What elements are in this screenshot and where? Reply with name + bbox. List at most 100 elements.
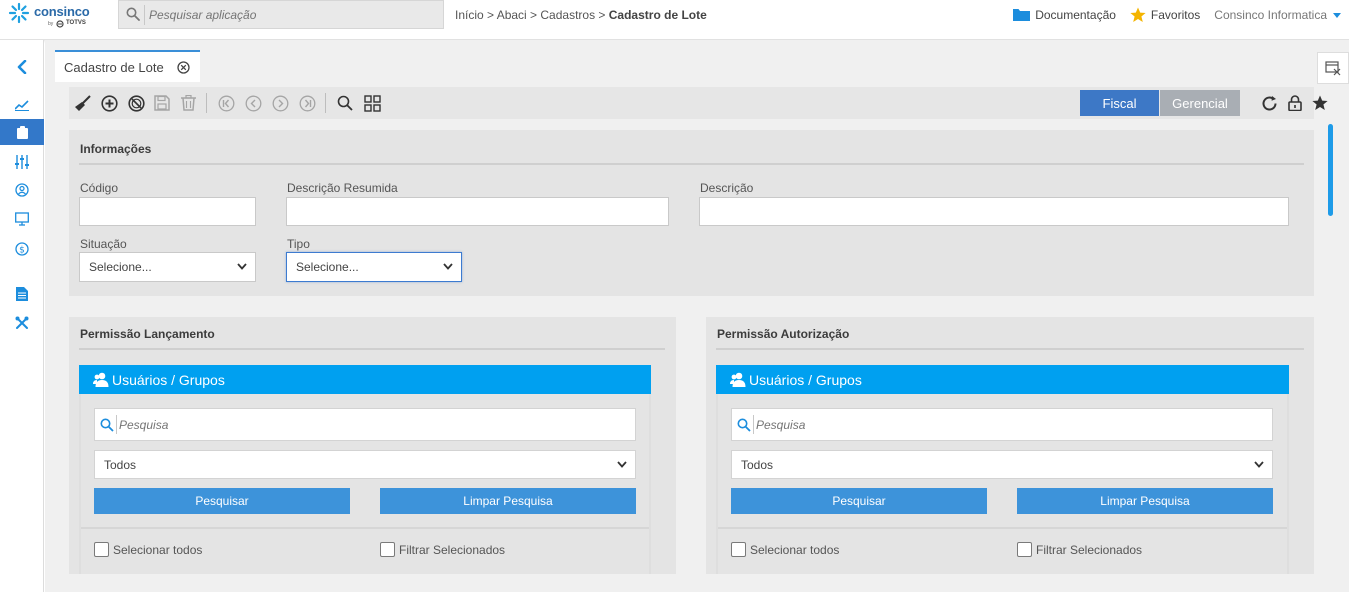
delete-button[interactable] bbox=[179, 94, 197, 112]
pesquisar-button[interactable]: Pesquisar bbox=[94, 488, 350, 514]
brand-logo[interactable]: consinco by TOTVS bbox=[8, 2, 108, 36]
descricao-input[interactable] bbox=[699, 197, 1289, 226]
trash-icon bbox=[180, 95, 196, 111]
descricao-label: Descrição bbox=[700, 181, 754, 195]
situacao-label: Situação bbox=[80, 237, 127, 251]
lock-button[interactable] bbox=[1286, 94, 1304, 112]
app-search-input[interactable] bbox=[149, 4, 439, 26]
filter-selected-checkbox[interactable] bbox=[1017, 542, 1032, 557]
user-filter-select[interactable]: Todos bbox=[94, 450, 636, 479]
caret-down-icon bbox=[1333, 12, 1341, 18]
select-all-checkbox[interactable] bbox=[94, 542, 109, 557]
brand-name: consinco bbox=[34, 4, 90, 19]
prev-record-button[interactable] bbox=[244, 94, 262, 112]
favorites-label: Favoritos bbox=[1150, 8, 1201, 22]
usuarios-grupos-body: Todos Pesquisar Limpar Pesquisa Selecion… bbox=[79, 394, 651, 574]
limpar-pesquisa-button[interactable]: Limpar Pesquisa bbox=[1017, 488, 1273, 514]
user-search-input[interactable] bbox=[119, 414, 599, 436]
limpar-pesquisa-button[interactable]: Limpar Pesquisa bbox=[380, 488, 636, 514]
search-icon bbox=[100, 418, 114, 432]
documentation-link[interactable]: Documentação bbox=[1013, 8, 1116, 22]
breadcrumb-current: Cadastro de Lote bbox=[608, 8, 707, 22]
prev-icon bbox=[245, 95, 261, 111]
grid-view-button[interactable] bbox=[363, 94, 381, 112]
scrollbar-thumb[interactable] bbox=[1328, 124, 1333, 216]
fiscal-toggle-button[interactable]: Fiscal bbox=[1080, 90, 1159, 116]
tipo-select[interactable]: Selecione... bbox=[286, 252, 462, 282]
sidebar-collapse[interactable] bbox=[0, 54, 44, 80]
select-all-label: Selecionar todos bbox=[750, 542, 840, 557]
window-close-icon bbox=[1325, 61, 1341, 76]
informacoes-title: Informações bbox=[80, 142, 152, 156]
cancel-button[interactable] bbox=[127, 94, 145, 112]
lock-icon bbox=[1288, 95, 1302, 111]
select-all-row[interactable]: Selecionar todos bbox=[94, 542, 202, 557]
sidebar-item-settings[interactable] bbox=[0, 149, 44, 175]
user-search-input[interactable] bbox=[756, 414, 1236, 436]
body-divider bbox=[81, 527, 649, 529]
body-divider bbox=[718, 527, 1287, 529]
user-group-icon bbox=[730, 372, 746, 387]
search-button[interactable] bbox=[336, 94, 354, 112]
select-all-label: Selecionar todos bbox=[113, 542, 203, 557]
add-circle-icon bbox=[100, 94, 118, 112]
sidebar-item-reports[interactable] bbox=[0, 281, 44, 307]
situacao-select[interactable]: Selecione... bbox=[79, 252, 256, 282]
usuarios-grupos-header: Usuários / Grupos bbox=[79, 365, 651, 394]
left-sidebar: $ bbox=[0, 40, 44, 592]
chart-line-icon bbox=[15, 100, 29, 111]
grid-icon bbox=[363, 94, 381, 112]
first-record-button[interactable] bbox=[217, 94, 235, 112]
sidebar-item-monitor[interactable] bbox=[0, 206, 44, 232]
user-search-box[interactable] bbox=[731, 408, 1273, 441]
refresh-button[interactable] bbox=[1260, 94, 1278, 112]
search-separator bbox=[144, 5, 145, 25]
clipboard-icon bbox=[16, 125, 28, 139]
tab-cadastro-de-lote[interactable]: Cadastro de Lote bbox=[55, 50, 200, 82]
folder-icon bbox=[1013, 9, 1031, 21]
tipo-value: Selecione... bbox=[296, 260, 359, 274]
codigo-label: Código bbox=[80, 181, 119, 195]
pesquisar-button[interactable]: Pesquisar bbox=[731, 488, 987, 514]
add-button[interactable] bbox=[100, 94, 118, 112]
broom-icon bbox=[74, 94, 91, 111]
permissao-autorizacao-panel: Permissão Autorização Usuários / Grupos … bbox=[706, 317, 1314, 574]
sidebar-item-cadastros[interactable] bbox=[0, 119, 44, 145]
user-group-icon bbox=[93, 372, 109, 387]
breadcrumb-path[interactable]: Início > Abaci > Cadastros > bbox=[455, 8, 609, 22]
sidebar-item-financeiro[interactable]: $ bbox=[0, 236, 44, 262]
next-record-button[interactable] bbox=[271, 94, 289, 112]
search-icon bbox=[737, 418, 751, 432]
sidebar-item-dashboard[interactable] bbox=[0, 92, 44, 118]
tipo-label: Tipo bbox=[287, 237, 310, 251]
usuarios-grupos-title: Usuários / Grupos bbox=[112, 371, 225, 388]
codigo-input[interactable] bbox=[79, 197, 256, 226]
search-separator bbox=[116, 415, 117, 434]
select-all-checkbox[interactable] bbox=[731, 542, 746, 557]
sidebar-item-users[interactable] bbox=[0, 177, 44, 203]
chevron-down-icon bbox=[237, 263, 247, 270]
brand-by: by bbox=[48, 21, 54, 27]
main-area: Cadastro de Lote Fiscal Gerencial Inform… bbox=[45, 40, 1349, 592]
favorite-button[interactable] bbox=[1311, 94, 1329, 112]
app-search-box[interactable] bbox=[118, 0, 444, 29]
sidebar-item-tools[interactable] bbox=[0, 310, 44, 336]
window-tools-button[interactable] bbox=[1317, 52, 1349, 84]
filter-selected-row[interactable]: Filtrar Selecionados bbox=[1017, 542, 1142, 557]
clear-button[interactable] bbox=[73, 94, 91, 112]
save-button[interactable] bbox=[153, 94, 171, 112]
permissao-autorizacao-title: Permissão Autorização bbox=[717, 327, 850, 341]
chevron-down-icon bbox=[617, 461, 627, 468]
totvs-icon bbox=[56, 20, 64, 28]
user-search-box[interactable] bbox=[94, 408, 636, 441]
select-all-row[interactable]: Selecionar todos bbox=[731, 542, 839, 557]
favorites-link[interactable]: Favoritos bbox=[1130, 7, 1200, 23]
company-selector[interactable]: Consinco Informatica bbox=[1214, 8, 1341, 22]
last-record-button[interactable] bbox=[298, 94, 316, 112]
user-filter-select[interactable]: Todos bbox=[731, 450, 1273, 479]
gerencial-toggle-button[interactable]: Gerencial bbox=[1160, 90, 1240, 116]
filter-selected-checkbox[interactable] bbox=[380, 542, 395, 557]
filter-selected-row[interactable]: Filtrar Selecionados bbox=[380, 542, 505, 557]
close-circle-icon[interactable] bbox=[177, 61, 190, 74]
descricao-resumida-input[interactable] bbox=[286, 197, 669, 226]
